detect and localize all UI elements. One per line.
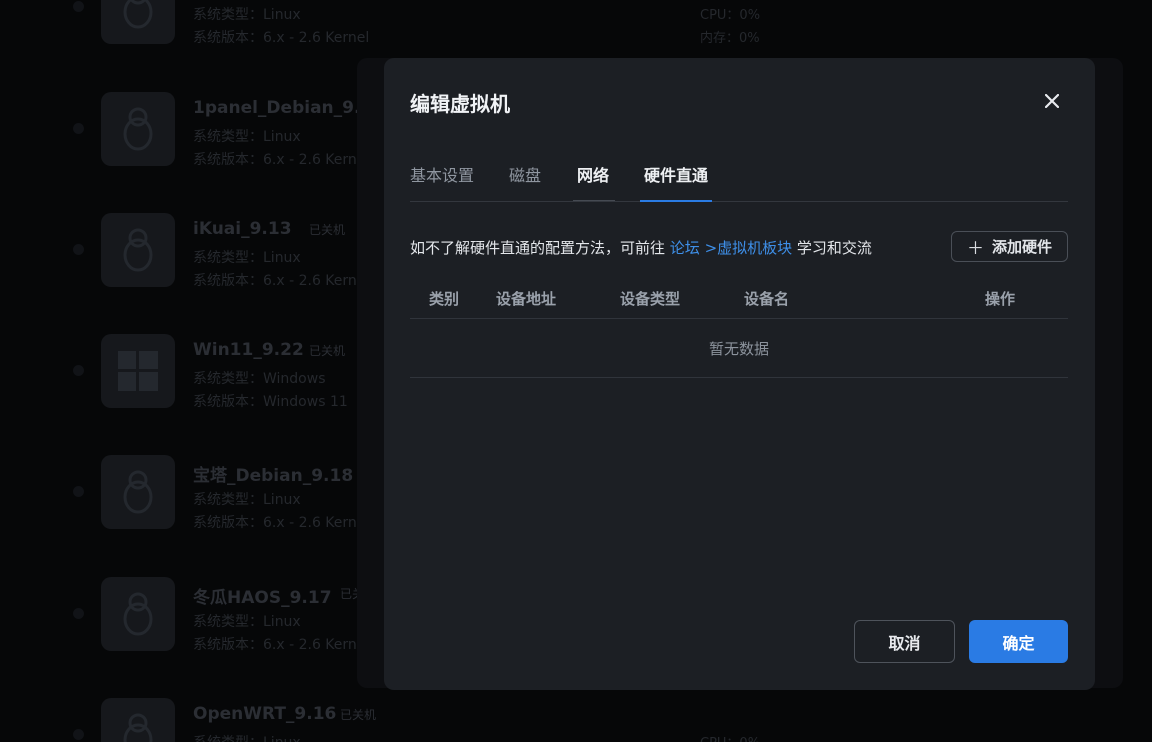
vm-os-type: 系统类型：Linux [193,250,301,266]
linux-penguin-icon [101,0,175,44]
vm-name[interactable]: iKuai_9.13 [193,219,292,239]
vm-memory: 内存：0% [700,31,760,46]
column-header-category: 类别 [429,290,460,308]
vm-status-badge: 已关机 [340,708,377,722]
vm-os-version: 系统版本：6.x - 2.6 Kernel [193,273,370,289]
vm-os-type: 系统类型：Linux [193,492,301,508]
help-text-prefix: 如不了解硬件直通的配置方法，可前往 [410,239,666,257]
vm-os-type: 系统类型：Linux [193,7,301,23]
windows-icon [101,334,175,408]
linux-penguin-icon [101,92,175,166]
vm-card[interactable]: 系统类型：Linux 系统版本：6.x - 2.6 Kernel CPU：0% … [70,0,1130,48]
vm-cpu: CPU：0% [700,8,761,23]
vm-name[interactable]: 1panel_Debian_9.21 [193,98,384,118]
forum-link[interactable]: 论坛 >虚拟机板块 [670,239,792,257]
vm-name[interactable]: 宝塔_Debian_9.18 [193,461,353,486]
table-empty-row: 暂无数据 [410,319,1068,378]
status-dot [73,123,84,134]
tab-disk[interactable]: 磁盘 [509,162,541,186]
status-dot [73,486,84,497]
linux-penguin-icon [101,577,175,651]
vm-os-version: 系统版本：6.x - 2.6 Kernel [193,30,370,46]
vm-os-type: 系统类型：Linux [193,732,301,742]
active-tab-indicator [640,200,712,202]
close-icon[interactable] [1041,90,1063,112]
tab-hover-indicator [573,200,615,201]
tab-network[interactable]: 网络 [577,162,609,186]
linux-penguin-icon [101,698,175,742]
passthrough-help-text: 如不了解硬件直通的配置方法，可前往 论坛 >虚拟机板块 学习和交流 [410,237,872,258]
empty-state-text: 暂无数据 [708,339,769,358]
add-hardware-button[interactable]: ＋ 添加硬件 [951,231,1068,262]
tab-basic-settings[interactable]: 基本设置 [410,162,474,186]
dialog-title: 编辑虚拟机 [410,92,510,116]
status-dot [73,365,84,376]
add-hardware-label: 添加硬件 [991,238,1052,256]
vm-os-version: 系统版本：6.x - 2.6 Kernel [193,637,370,653]
help-text-suffix: 学习和交流 [796,239,872,257]
vm-os-version: 系统版本：6.x - 2.6 Kernel [193,515,370,531]
vm-name[interactable]: 冬瓜HAOS_9.17 [193,583,332,608]
tab-bar: 基本设置 磁盘 网络 硬件直通 [410,150,1068,202]
status-dot [73,1,84,12]
column-header-device-type: 设备类型 [620,290,681,308]
cancel-button[interactable]: 取消 [854,620,955,663]
status-dot [73,608,84,619]
status-dot [73,729,84,740]
column-header-device-name: 设备名 [744,290,790,308]
column-header-actions: 操作 [985,290,1016,308]
tab-hardware-passthrough[interactable]: 硬件直通 [644,162,708,186]
plus-icon: ＋ [966,239,984,259]
column-header-device-address: 设备地址 [496,290,557,308]
vm-status-badge: 已关机 [309,223,346,237]
vm-name[interactable]: Win11_9.22 [193,340,304,360]
status-dot [73,244,84,255]
linux-penguin-icon [101,213,175,287]
linux-penguin-icon [101,455,175,529]
vm-cpu: CPU：0% [700,732,760,742]
table-header: 类别 设备地址 设备类型 设备名 操作 [410,280,1068,319]
vm-os-version: 系统版本：Windows 11 [193,394,348,410]
vm-os-type: 系统类型：Windows [193,371,326,387]
confirm-button[interactable]: 确定 [969,620,1068,663]
vm-os-type: 系统类型：Linux [193,614,301,630]
vm-status-badge: 已关机 [309,344,346,358]
vm-card[interactable]: OpenWRT_9.16 已关机 系统类型：Linux CPU：0% [70,696,1130,742]
vm-name[interactable]: OpenWRT_9.16 [193,704,336,724]
vm-os-type: 系统类型：Linux [193,129,301,145]
vm-os-version: 系统版本：6.x - 2.6 Kernel [193,152,370,168]
edit-vm-dialog: 编辑虚拟机 基本设置 磁盘 网络 硬件直通 如不了解硬件直通的配置方法，可前往 … [384,58,1095,690]
